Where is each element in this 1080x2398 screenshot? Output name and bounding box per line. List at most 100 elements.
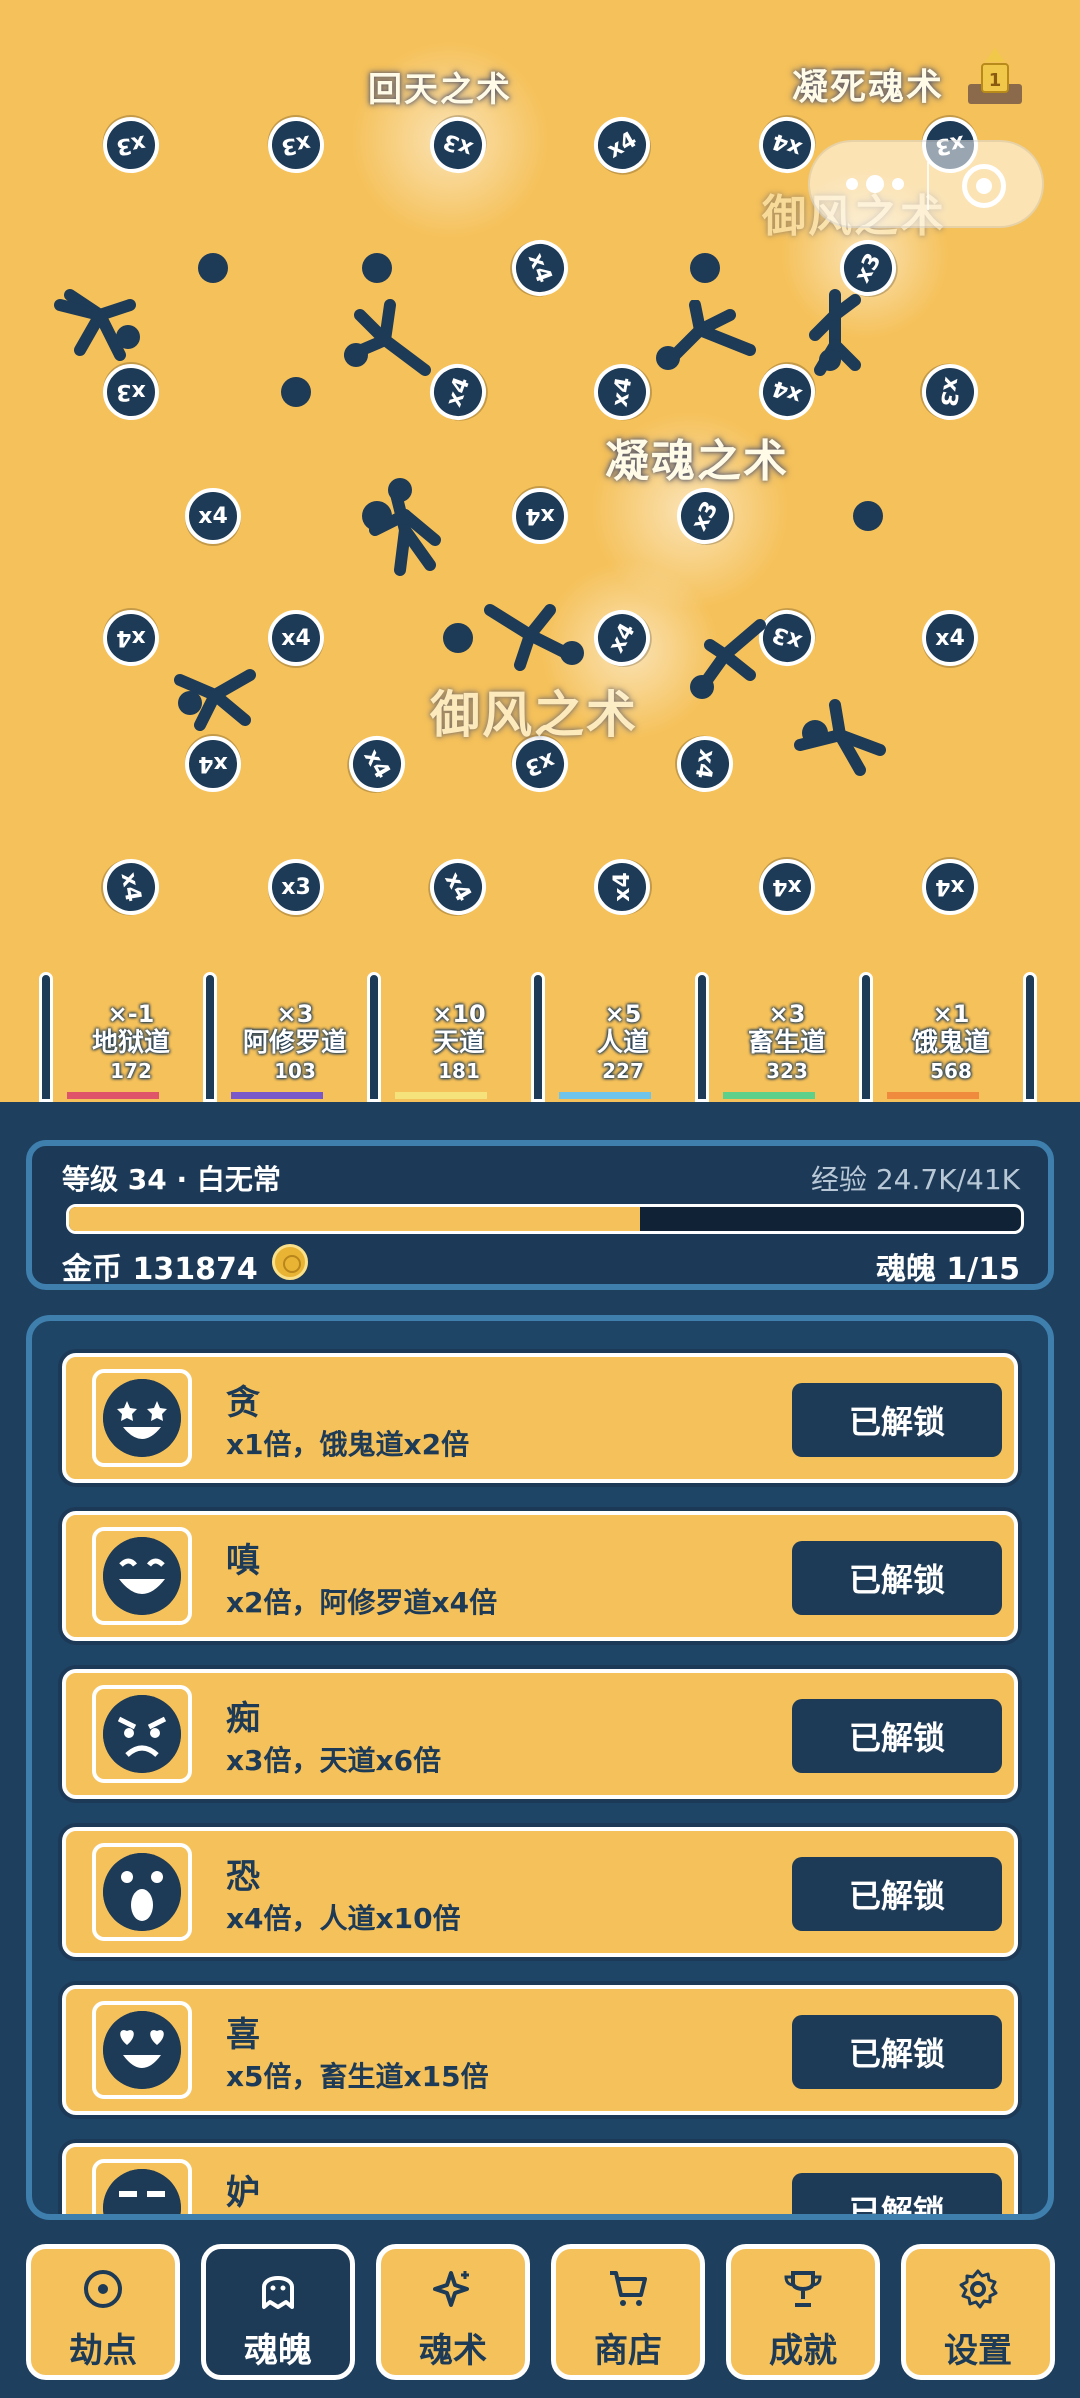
peg: x4: [759, 859, 815, 915]
slot-name: 饿鬼道: [911, 1028, 990, 1058]
tab-shangdian[interactable]: 商店: [551, 2244, 705, 2380]
peg: x4: [672, 731, 738, 797]
skill-float-label: 凝魂之术: [605, 436, 789, 487]
slot-count: 172: [110, 1059, 152, 1083]
coin-icon: [272, 1244, 308, 1280]
soul-card[interactable]: 妒 已解锁: [62, 2143, 1018, 2214]
slot-count: 227: [602, 1059, 644, 1083]
peg: x4: [268, 610, 324, 666]
player-level: 等级 34 · 白无常: [62, 1163, 281, 1196]
slot-name: 人道: [596, 1028, 649, 1058]
soul-avatar: [92, 1369, 192, 1467]
empty-peg: [443, 623, 473, 653]
unlocked-button[interactable]: 已解锁: [792, 2173, 1002, 2214]
slot-heaven: ×10 天道 181: [389, 1000, 529, 1084]
soul-card[interactable]: 痴 x3倍，天道x6倍 已解锁: [62, 1669, 1018, 1799]
peg: x4: [338, 725, 416, 803]
slot-multiplier: ×3: [276, 1000, 314, 1028]
player-stats-panel: 等级 34 · 白无常 经验 24.7K/41K 金币 131874 魂魄 1/…: [26, 1140, 1054, 1290]
falling-soul-figure: [174, 669, 256, 731]
laughing-face-icon: [103, 1537, 181, 1615]
falling-soul-figure: [54, 289, 140, 361]
angry-face-icon: [103, 1695, 181, 1773]
soul-name: 恐: [226, 1857, 260, 1897]
peg: x4: [589, 359, 655, 425]
tab-label: 成就: [769, 2331, 837, 2371]
peg: x3: [917, 359, 983, 425]
slot-count: 103: [274, 1059, 316, 1083]
soul-avatar: [92, 2159, 192, 2214]
tab-shezhi[interactable]: 设置: [901, 2244, 1055, 2380]
soul-card[interactable]: 恐 x4倍，人道x10倍 已解锁: [62, 1827, 1018, 1957]
slot-color-bar: [395, 1092, 487, 1099]
tab-chengjiu[interactable]: 成就: [726, 2244, 880, 2380]
tab-jiedian[interactable]: 劫点: [26, 2244, 180, 2380]
soul-card[interactable]: 嗔 x2倍，阿修罗道x4倍 已解锁: [62, 1511, 1018, 1641]
peg: x4: [185, 488, 241, 544]
tab-label: 设置: [944, 2331, 1012, 2371]
slot-divider: [695, 972, 709, 1102]
soul-card[interactable]: 贪 x1倍，饿鬼道x2倍 已解锁: [62, 1353, 1018, 1483]
unlocked-button[interactable]: 已解锁: [792, 1857, 1002, 1931]
slot-divider: [203, 972, 217, 1102]
slot-multiplier: ×5: [604, 1000, 642, 1028]
slot-divider: [531, 972, 545, 1102]
svg-text:1: 1: [989, 70, 1002, 91]
falling-soul-figure: [690, 619, 766, 699]
peg: x3: [103, 364, 159, 420]
capsule-divider: [927, 162, 929, 210]
soul-name: 痴: [226, 1699, 260, 1739]
slot-count: 568: [930, 1059, 972, 1083]
soul-card[interactable]: 喜 x5倍，畜生道x15倍 已解锁: [62, 1985, 1018, 2115]
soul-avatar: [92, 2001, 192, 2099]
scared-face-icon: [103, 1853, 181, 1931]
target-icon: [84, 2270, 122, 2308]
sparkle-icon: [433, 2271, 469, 2307]
soul-description: x1倍，饿鬼道x2倍: [226, 1428, 470, 1461]
target-close-icon[interactable]: [962, 164, 1006, 208]
jealous-face-icon: [103, 2169, 181, 2214]
experience-bar: [66, 1204, 1024, 1234]
empty-peg: [281, 377, 311, 407]
slot-color-bar: [559, 1092, 651, 1099]
slot-name: 阿修罗道: [242, 1028, 347, 1058]
falling-soul-figure: [369, 478, 441, 576]
soul-count: 魂魄 1/15: [875, 1252, 1020, 1287]
peg: x4: [98, 854, 164, 920]
more-dots-icon[interactable]: [846, 172, 906, 196]
soul-description: x2倍，阿修罗道x4倍: [226, 1586, 498, 1619]
soul-avatar: [92, 1843, 192, 1941]
trophy-icon: [784, 2271, 822, 2307]
star-eyes-face-icon: [103, 1379, 181, 1457]
slot-name: 畜生道: [747, 1028, 826, 1058]
slot-color-bar: [231, 1092, 323, 1099]
peg: x4: [419, 848, 497, 926]
plinko-board[interactable]: x3 x3 x3 x4 x4 x3 x4 x3 x3 x4 x4 x4 x3 x…: [0, 0, 1080, 1102]
experience-text: 经验 24.7K/41K: [810, 1163, 1020, 1196]
slot-multiplier: ×10: [432, 1000, 486, 1028]
gear-icon: [959, 2269, 998, 2309]
soul-avatar: [92, 1685, 192, 1783]
slot-divider: [859, 972, 873, 1102]
tab-hunshu[interactable]: 魂术: [376, 2244, 530, 2380]
peg: x4: [594, 859, 650, 915]
peg: x4: [185, 736, 241, 792]
slot-multiplier: ×1: [932, 1000, 970, 1028]
peg: x4: [512, 488, 568, 544]
unlocked-button[interactable]: 已解锁: [792, 1541, 1002, 1615]
slot-divider: [1023, 972, 1037, 1102]
falling-soul-figure: [656, 300, 756, 370]
peg: x4: [583, 106, 661, 184]
soul-list-panel[interactable]: 贪 x1倍，饿鬼道x2倍 已解锁 嗔 x2倍，阿修罗道x4倍 已解锁 痴 x3倍…: [26, 1315, 1054, 2220]
unlocked-button[interactable]: 已解锁: [792, 1699, 1002, 1773]
slot-divider: [367, 972, 381, 1102]
peg: x3: [263, 112, 329, 178]
tab-label: 魂魄: [244, 2331, 312, 2371]
soul-name: 喜: [226, 2015, 260, 2055]
ghost-icon: [262, 2276, 294, 2309]
unlocked-button[interactable]: 已解锁: [792, 1383, 1002, 1457]
slot-human: ×5 人道 227: [553, 1000, 693, 1084]
unlocked-button[interactable]: 已解锁: [792, 2015, 1002, 2089]
trophy-badge-icon[interactable]: 1: [960, 42, 1030, 112]
tab-hunpo[interactable]: 魂魄: [201, 2244, 355, 2380]
